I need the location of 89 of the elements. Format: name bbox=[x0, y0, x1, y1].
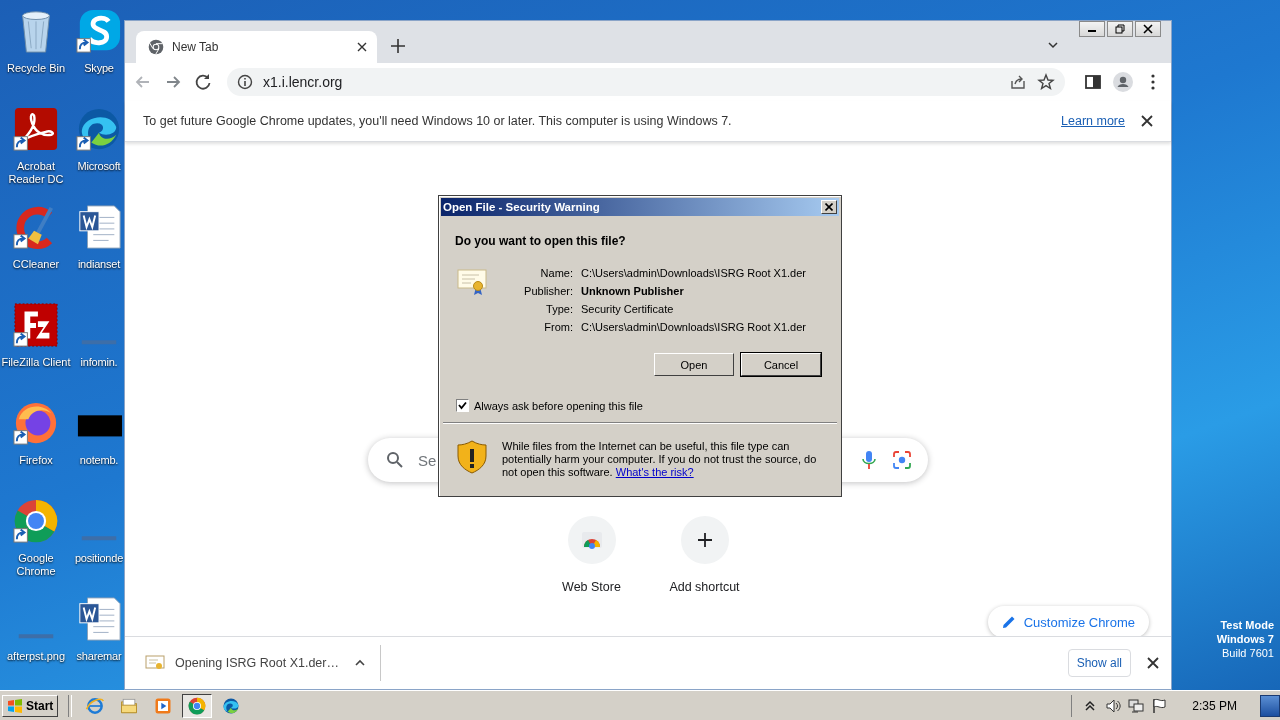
certificate-icon bbox=[145, 654, 165, 672]
dialog-question: Do you want to open this file? bbox=[455, 234, 627, 248]
chrome-icon bbox=[187, 695, 208, 716]
field-value: C:\Users\admin\Downloads\ISRG Root X1.der bbox=[581, 321, 806, 333]
close-icon[interactable] bbox=[357, 42, 367, 52]
volume-icon[interactable] bbox=[1105, 697, 1122, 714]
shortcut-label[interactable]: Web Store bbox=[562, 580, 621, 594]
pdf-app-icon[interactable] bbox=[13, 106, 59, 152]
dialog-button[interactable]: Open bbox=[654, 353, 734, 376]
whats-the-risk-link[interactable]: What's the risk? bbox=[615, 466, 694, 478]
field-value: Unknown Publisher bbox=[581, 285, 685, 297]
desktop-icon-label: Google Chrome bbox=[15, 552, 57, 578]
desktop-icon-label: CCleaner bbox=[12, 258, 60, 271]
document-icon[interactable] bbox=[76, 596, 122, 642]
desktop-icon-label: afterpst.png bbox=[6, 650, 66, 663]
checkbox-label[interactable]: Always ask before opening this file bbox=[474, 399, 643, 412]
field-label: Name: bbox=[539, 267, 573, 279]
warning-shield-icon bbox=[456, 440, 488, 474]
ftp-app-icon[interactable] bbox=[13, 302, 59, 348]
update-notice: To get future Google Chrome updates, you'll need Windows 10 or later. This computer is using Windows 7. bbox=[143, 114, 733, 128]
start-button[interactable]: Start bbox=[2, 694, 59, 717]
customize-chrome-button[interactable]: Customize Chrome bbox=[987, 606, 1149, 638]
chat-app-icon[interactable] bbox=[76, 8, 122, 54]
shortcut-label[interactable]: Add shortcut bbox=[669, 580, 740, 594]
test-mode-text: Windows 7 bbox=[1216, 632, 1274, 646]
desktop-icon-label: notemb. bbox=[79, 454, 119, 467]
info-icon[interactable] bbox=[237, 74, 253, 90]
close-icon[interactable] bbox=[1147, 657, 1159, 669]
minimize-button[interactable] bbox=[1079, 21, 1105, 37]
chrome-favicon-icon bbox=[148, 39, 164, 55]
test-mode-text: Test Mode bbox=[1220, 618, 1274, 632]
web-store-icon bbox=[580, 531, 603, 549]
flag-icon[interactable] bbox=[1151, 697, 1168, 714]
clock[interactable]: 2:35 PM bbox=[1192, 698, 1237, 713]
field-value: Security Certificate bbox=[581, 303, 675, 315]
desktop-icon-label: Acrobat Reader DC bbox=[7, 160, 65, 186]
field-value: C:\Users\admin\Downloads\ISRG Root X1.der bbox=[581, 267, 806, 279]
show-all-button[interactable]: Show all bbox=[1067, 649, 1131, 677]
test-mode-text: Build 7601 bbox=[1222, 646, 1274, 660]
close-icon bbox=[825, 203, 833, 211]
dialog-title: Open File - Security Warning bbox=[443, 201, 601, 213]
browser-tab[interactable]: New Tab bbox=[136, 31, 377, 63]
shortcut-tile[interactable] bbox=[567, 516, 616, 564]
checkmark-icon bbox=[458, 401, 467, 410]
share-icon[interactable] bbox=[1009, 73, 1027, 91]
show-desktop-button[interactable] bbox=[1260, 694, 1280, 717]
desktop-icon-label: FileZilla Client bbox=[1, 356, 71, 369]
search-icon bbox=[386, 451, 404, 469]
restore-button[interactable] bbox=[1107, 21, 1133, 37]
star-icon[interactable] bbox=[1037, 73, 1055, 91]
field-label: Publisher: bbox=[523, 285, 573, 297]
download-item[interactable]: Opening ISRG Root X1.der… bbox=[175, 656, 344, 670]
edge-browser-icon[interactable] bbox=[76, 106, 122, 152]
pencil-icon bbox=[1001, 615, 1016, 629]
plus-icon bbox=[695, 531, 714, 549]
taskbar-app[interactable] bbox=[182, 693, 213, 718]
network-icon[interactable] bbox=[1128, 697, 1145, 714]
shortcut-tile[interactable] bbox=[680, 516, 729, 564]
ie-browser-icon bbox=[85, 695, 106, 716]
dropdown-icon[interactable] bbox=[1047, 39, 1059, 51]
desktop-icon-label: Microsoft bbox=[77, 160, 121, 173]
certificate-icon bbox=[457, 267, 489, 297]
microphone-icon[interactable] bbox=[860, 450, 878, 470]
desktop-icon-label: Skype bbox=[84, 62, 114, 75]
profile-icon[interactable] bbox=[1113, 72, 1133, 92]
windows-logo-icon bbox=[7, 698, 23, 713]
dialog-button[interactable]: Cancel bbox=[741, 353, 821, 376]
chrome-icon[interactable] bbox=[13, 498, 59, 544]
learn-more-link[interactable]: Learn more bbox=[1061, 114, 1125, 128]
desktop-icon-label: Firefox bbox=[19, 454, 53, 467]
fox-globe-icon[interactable] bbox=[13, 400, 59, 446]
close-icon[interactable] bbox=[1141, 115, 1153, 127]
camera-icon[interactable] bbox=[892, 450, 912, 470]
document-icon[interactable] bbox=[76, 204, 122, 250]
close-icon bbox=[1143, 24, 1153, 34]
field-label: From: bbox=[543, 321, 573, 333]
side-panel-icon[interactable] bbox=[1083, 72, 1103, 92]
field-label: Type: bbox=[545, 303, 573, 315]
desktop-icon-label: positionde bbox=[74, 552, 124, 565]
restore-icon bbox=[1115, 24, 1125, 34]
checkbox[interactable] bbox=[456, 399, 469, 412]
close-button[interactable] bbox=[1135, 21, 1161, 37]
desktop-icon-label: infomin. bbox=[80, 356, 118, 369]
desktop-icon-label: sharemar bbox=[76, 650, 122, 663]
warning-text: While files from the Internet can be useful, this file type can potentially harm your computer. If you do not trust the source, do not open this software. What's the risk? bbox=[502, 440, 818, 479]
reload-icon[interactable] bbox=[193, 72, 213, 92]
desktop-icon-label: Recycle Bin bbox=[6, 62, 66, 75]
address-bar[interactable]: x1.i.lencr.org bbox=[227, 68, 1065, 96]
desktop-icon-label: indianset bbox=[77, 258, 121, 271]
